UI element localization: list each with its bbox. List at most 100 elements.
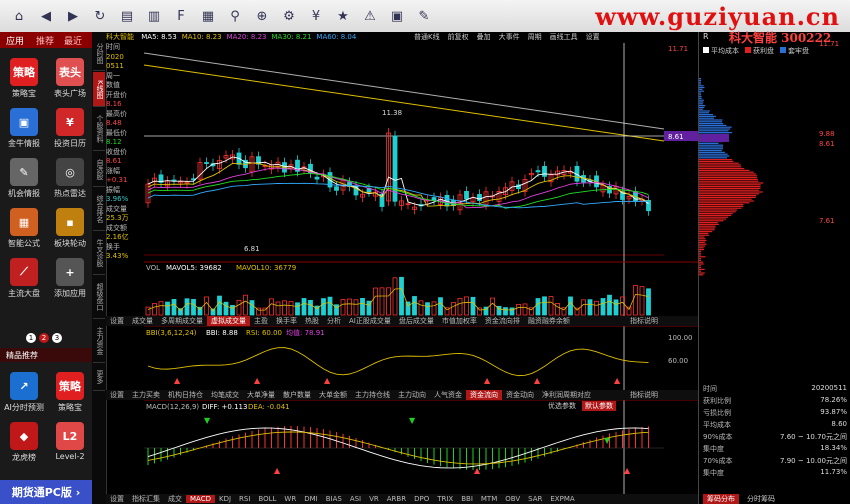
header-tool-3[interactable]: 叠加: [477, 33, 491, 41]
tabbar3-tab-3[interactable]: 成交: [164, 494, 186, 504]
launcher-tab-recommend[interactable]: 推荐: [36, 34, 54, 47]
layout-icon[interactable]: ▣: [384, 3, 410, 29]
tabbar3-tab-10[interactable]: BIAS: [322, 495, 346, 503]
app-9[interactable]: ⟋ 主流大盘: [4, 258, 44, 299]
search-icon[interactable]: ⚲: [222, 3, 248, 29]
tabbar3-tab-14[interactable]: DPO: [410, 495, 433, 503]
tabbar2-tab-9[interactable]: 主力动向: [394, 390, 430, 400]
app-3[interactable]: ▣ 金牛情报: [4, 108, 44, 149]
futures-pc-banner[interactable]: 期货通PC版 ›: [0, 480, 92, 504]
tabbar3-tab-20[interactable]: EXPMA: [546, 495, 578, 503]
tabbar1-tab-12[interactable]: 资金流向排: [481, 316, 524, 326]
tabbar2-tab-4[interactable]: 均笔成交: [207, 390, 243, 400]
tabbar2-tab-11[interactable]: 资金流向: [466, 390, 502, 400]
tabbar3-tab-19[interactable]: SAR: [524, 495, 546, 503]
tabbar2-tab-3[interactable]: 机构日持仓: [164, 390, 207, 400]
vtab-6[interactable]: 牛叉诊股: [93, 232, 105, 275]
tabbar2-tab-12[interactable]: 资金动向: [502, 390, 538, 400]
app-6[interactable]: ◎ 热点雷达: [50, 158, 90, 199]
tabbar1-tab-9[interactable]: AI正股成交量: [345, 316, 395, 326]
chart-icon[interactable]: ▤: [114, 3, 140, 29]
macd-param-btn-1[interactable]: 优选参数: [545, 401, 579, 411]
tabbar3-tab-2[interactable]: 指标汇集: [128, 494, 164, 504]
app-4[interactable]: ¥ 投资日历: [50, 108, 90, 149]
tabbar3-tab-17[interactable]: MTM: [477, 495, 501, 503]
settings-icon[interactable]: ⚙: [276, 3, 302, 29]
page-dot-3[interactable]: 3: [52, 333, 62, 343]
app-8[interactable]: ▪ 板块轮动: [50, 208, 90, 249]
header-tool-4[interactable]: 大事件: [499, 33, 520, 41]
vtab-8[interactable]: 主力资金: [93, 320, 105, 363]
tabbar2-tab-5[interactable]: 大单净量: [243, 390, 279, 400]
tabbar2-tab-8[interactable]: 主力持仓线: [351, 390, 394, 400]
tabbar2-tab-7[interactable]: 大单金额: [315, 390, 351, 400]
tabbar3-tab-8[interactable]: WR: [280, 495, 300, 503]
tabbar1-tab-2[interactable]: 成交量: [128, 316, 157, 326]
vtab-9[interactable]: 更多: [93, 364, 105, 391]
vtab-7[interactable]: 超级盘口: [93, 276, 105, 319]
chip-tab-2[interactable]: 分时筹码: [743, 494, 779, 504]
tabbar1-tab-13[interactable]: 融资融券余额: [524, 316, 574, 326]
page-dots[interactable]: 123: [26, 332, 65, 343]
tabbar3-tab-9[interactable]: DMI: [300, 495, 322, 503]
launcher-tab-recent[interactable]: 最近: [64, 34, 82, 47]
app-10[interactable]: + 添加应用: [50, 258, 90, 299]
forward-icon[interactable]: ▶: [60, 3, 86, 29]
boutique-app-4[interactable]: L2 Level-2: [50, 422, 90, 461]
tabbar3-tab-6[interactable]: RSI: [235, 495, 254, 503]
tabbar1-help[interactable]: 指标说明: [630, 316, 658, 326]
header-tool-1[interactable]: 普通K线: [414, 33, 440, 41]
vtab-2[interactable]: K线图: [93, 72, 105, 107]
tabbar1-tab-8[interactable]: 分析: [323, 316, 345, 326]
tabbar1-tab-10[interactable]: 盘后成交量: [395, 316, 438, 326]
news-icon[interactable]: ▥: [141, 3, 167, 29]
alert-icon[interactable]: ⚠: [357, 3, 383, 29]
tools-icon[interactable]: ✎: [411, 3, 437, 29]
vtab-3[interactable]: 个股资料: [93, 108, 105, 151]
header-tool-5[interactable]: 周期: [528, 33, 542, 41]
tabbar1-tab-3[interactable]: 多周期成交量: [157, 316, 207, 326]
vtab-4[interactable]: 自选股: [93, 152, 105, 187]
chart-canvas[interactable]: 11.38 6.81 11.71 8.61 VOL MAVOL5: 39682 …: [144, 43, 698, 504]
boutique-app-2[interactable]: 策略 策略宝: [50, 372, 90, 413]
vtab-1[interactable]: 分时图: [93, 36, 105, 71]
boutique-app-3[interactable]: ◆ 龙虎榜: [4, 422, 44, 463]
tabbar2-tab-10[interactable]: 人气资金: [430, 390, 466, 400]
launcher-tab-apps[interactable]: 应用: [6, 34, 24, 47]
tabbar1-tab-1[interactable]: 设置: [106, 316, 128, 326]
tabbar2-tab-13[interactable]: 净利润周期对应: [538, 390, 595, 400]
fav-icon[interactable]: ★: [330, 3, 356, 29]
f10-icon[interactable]: F: [168, 3, 194, 29]
header-tool-2[interactable]: 前复权: [448, 33, 469, 41]
refresh-icon[interactable]: ↻: [87, 3, 113, 29]
app-5[interactable]: ✎ 机会情报: [4, 158, 44, 199]
tabbar2-tab-1[interactable]: 设置: [106, 390, 128, 400]
tabbar3-tab-15[interactable]: TRIX: [433, 495, 457, 503]
tabbar2-tab-6[interactable]: 散户数量: [279, 390, 315, 400]
tabbar3-tab-13[interactable]: ARBR: [383, 495, 410, 503]
tabbar2-tab-2[interactable]: 主力买卖: [128, 390, 164, 400]
tabbar3-tab-4[interactable]: MACD: [186, 495, 215, 503]
zoom-icon[interactable]: ⊕: [249, 3, 275, 29]
screen-icon[interactable]: ▦: [195, 3, 221, 29]
tabbar3-tab-16[interactable]: BBI: [457, 495, 477, 503]
app-7[interactable]: ▦ 智能公式: [4, 208, 44, 249]
tabbar3-tab-7[interactable]: BOLL: [254, 495, 280, 503]
app-2[interactable]: 表头 表头广场: [50, 58, 90, 99]
quote-icon[interactable]: ¥: [303, 3, 329, 29]
back-icon[interactable]: ◀: [33, 3, 59, 29]
tabbar3-tab-12[interactable]: VR: [365, 495, 383, 503]
header-tool-6[interactable]: 画线工具: [550, 33, 578, 41]
vtab-5[interactable]: 综合排名: [93, 188, 105, 231]
home-icon[interactable]: ⌂: [6, 3, 32, 29]
tabbar1-tab-5[interactable]: 主盈: [250, 316, 272, 326]
tabbar2-help[interactable]: 指标说明: [630, 390, 658, 400]
tabbar1-tab-7[interactable]: 热股: [301, 316, 323, 326]
header-tool-7[interactable]: 设置: [586, 33, 600, 41]
macd-param-btn-2[interactable]: 默认参数: [582, 401, 616, 411]
app-1[interactable]: 策略 策略宝: [4, 58, 44, 99]
tabbar3-tab-1[interactable]: 设置: [106, 494, 128, 504]
tabbar1-tab-4[interactable]: 虚拟成交量: [207, 316, 250, 326]
tabbar1-tab-11[interactable]: 市值加权率: [438, 316, 481, 326]
tabbar3-tab-11[interactable]: ASI: [346, 495, 365, 503]
